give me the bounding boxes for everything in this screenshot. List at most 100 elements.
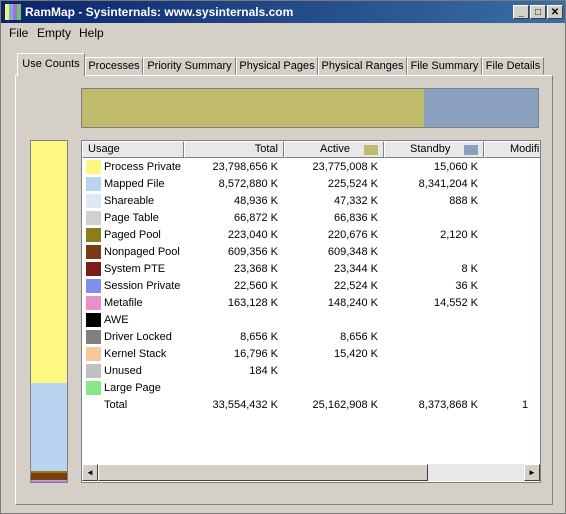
standby-cell: 14,552 K	[433, 297, 478, 309]
menu-bar: File Empty Help	[1, 23, 565, 41]
usage-cell: Shareable	[104, 195, 155, 207]
active-cell: 220,676 K	[327, 229, 378, 241]
maximize-button[interactable]: □	[530, 5, 546, 19]
table-row[interactable]: Mapped File 8,572,880 K 225,524 K 8,341,204…	[82, 176, 540, 193]
table-row[interactable]: Page Table 66,872 K 66,836 K	[82, 210, 540, 227]
usage-cell: Page Table	[104, 212, 159, 224]
total-cell: 8,572,880 K	[218, 178, 278, 190]
usage-segment	[31, 481, 67, 482]
column-active-label: Active	[320, 143, 350, 155]
table-row[interactable]: Large Page	[82, 380, 540, 397]
column-total[interactable]: Total	[184, 141, 284, 158]
usage-color-swatch	[86, 245, 101, 259]
standby-segment	[424, 89, 538, 127]
total-cell: 23,368 K	[233, 263, 278, 275]
table-row[interactable]: Metafile 163,128 K 148,240 K 14,552 K	[82, 295, 540, 312]
horizontal-scrollbar[interactable]: ◄ ►	[82, 464, 540, 481]
use-counts-list[interactable]: Usage Total Active Standby Modifi Proces…	[81, 140, 541, 483]
usage-color-swatch	[86, 279, 101, 293]
menu-file[interactable]: File	[9, 26, 28, 40]
usage-vertical-bar	[30, 140, 68, 483]
title-bar[interactable]: RamMap - Sysinternals: www.sysinternals.…	[1, 1, 565, 23]
column-modified[interactable]: Modifi	[484, 141, 540, 158]
tab-physical-pages[interactable]: Physical Pages	[236, 57, 318, 75]
column-usage[interactable]: Usage	[82, 141, 184, 158]
scroll-left-button[interactable]: ◄	[82, 464, 98, 481]
scroll-right-button[interactable]: ►	[524, 464, 540, 481]
total-cell: 223,040 K	[227, 229, 278, 241]
usage-cell: AWE	[104, 314, 129, 326]
total-cell: 8,656 K	[240, 331, 278, 343]
table-row[interactable]: Session Private 22,560 K 22,524 K 36 K	[82, 278, 540, 295]
active-cell: 25,162,908 K	[312, 399, 378, 411]
usage-cell: Total	[104, 399, 128, 411]
table-row[interactable]: Paged Pool 223,040 K 220,676 K 2,120 K	[82, 227, 540, 244]
usage-color-swatch	[86, 228, 101, 242]
active-cell: 8,656 K	[340, 331, 378, 343]
column-active[interactable]: Active	[284, 141, 384, 158]
standby-cell: 8,373,868 K	[418, 399, 478, 411]
active-segment	[82, 89, 424, 127]
standby-cell: 36 K	[455, 280, 478, 292]
usage-cell: Mapped File	[104, 178, 165, 190]
standby-cell: 8,341,204 K	[418, 178, 478, 190]
close-button[interactable]: ✕	[547, 5, 563, 19]
active-cell: 148,240 K	[327, 297, 378, 309]
active-cell: 23,775,008 K	[312, 161, 378, 173]
tab-use-counts[interactable]: Use Counts	[17, 53, 85, 76]
standby-color-swatch	[464, 145, 478, 155]
column-standby[interactable]: Standby	[384, 141, 484, 158]
summary-bar	[81, 88, 539, 128]
usage-cell: Session Private	[104, 280, 181, 292]
tab-file-details[interactable]: File Details	[482, 57, 544, 75]
usage-cell: Kernel Stack	[104, 348, 167, 360]
total-cell: 22,560 K	[233, 280, 278, 292]
total-cell: 66,872 K	[233, 212, 278, 224]
usage-color-swatch	[86, 364, 101, 378]
usage-color-swatch	[86, 160, 101, 174]
total-cell: 184 K	[249, 365, 278, 377]
total-cell: 23,798,656 K	[212, 161, 278, 173]
table-row[interactable]: Shareable 48,936 K 47,332 K 888 K	[82, 193, 540, 210]
active-cell: 66,836 K	[333, 212, 378, 224]
minimize-button[interactable]: _	[513, 5, 529, 19]
usage-cell: Driver Locked	[104, 331, 172, 343]
standby-cell: 15,060 K	[433, 161, 478, 173]
menu-empty[interactable]: Empty	[37, 26, 71, 40]
tab-processes[interactable]: Processes	[85, 57, 143, 75]
usage-cell: Nonpaged Pool	[104, 246, 180, 258]
tab-physical-ranges[interactable]: Physical Ranges	[318, 57, 407, 75]
usage-color-swatch	[86, 194, 101, 208]
total-cell: 48,936 K	[233, 195, 278, 207]
usage-cell: Process Private	[104, 161, 182, 173]
total-cell: 16,796 K	[233, 348, 278, 360]
active-cell: 47,332 K	[333, 195, 378, 207]
usage-cell: Unused	[104, 365, 142, 377]
table-row[interactable]: Total 33,554,432 K 25,162,908 K 8,373,868 K…	[82, 397, 540, 414]
usage-color-swatch	[86, 381, 101, 395]
active-cell: 609,348 K	[327, 246, 378, 258]
active-cell: 225,524 K	[327, 178, 378, 190]
usage-color-swatch	[86, 347, 101, 361]
usage-cell: System PTE	[104, 263, 166, 275]
table-row[interactable]: System PTE 23,368 K 23,344 K 8 K	[82, 261, 540, 278]
table-row[interactable]: Driver Locked 8,656 K 8,656 K	[82, 329, 540, 346]
tab-file-summary[interactable]: File Summary	[407, 57, 482, 75]
active-cell: 22,524 K	[333, 280, 378, 292]
scroll-thumb[interactable]	[98, 464, 428, 481]
standby-cell: 2,120 K	[440, 229, 478, 241]
active-cell: 15,420 K	[333, 348, 378, 360]
table-row[interactable]: Process Private 23,798,656 K 23,775,008 K 1…	[82, 159, 540, 176]
tab-priority-summary[interactable]: Priority Summary	[143, 57, 236, 75]
standby-cell: 888 K	[449, 195, 478, 207]
window-title: RamMap - Sysinternals: www.sysinternals.…	[25, 5, 294, 19]
rammap-window: RamMap - Sysinternals: www.sysinternals.…	[0, 0, 566, 514]
standby-cell: 8 K	[461, 263, 478, 275]
usage-segment	[31, 382, 67, 470]
table-row[interactable]: Unused 184 K	[82, 363, 540, 380]
table-row[interactable]: Kernel Stack 16,796 K 15,420 K	[82, 346, 540, 363]
table-row[interactable]: Nonpaged Pool 609,356 K 609,348 K	[82, 244, 540, 261]
usage-segment	[31, 141, 67, 383]
menu-help[interactable]: Help	[79, 26, 104, 40]
table-row[interactable]: AWE	[82, 312, 540, 329]
